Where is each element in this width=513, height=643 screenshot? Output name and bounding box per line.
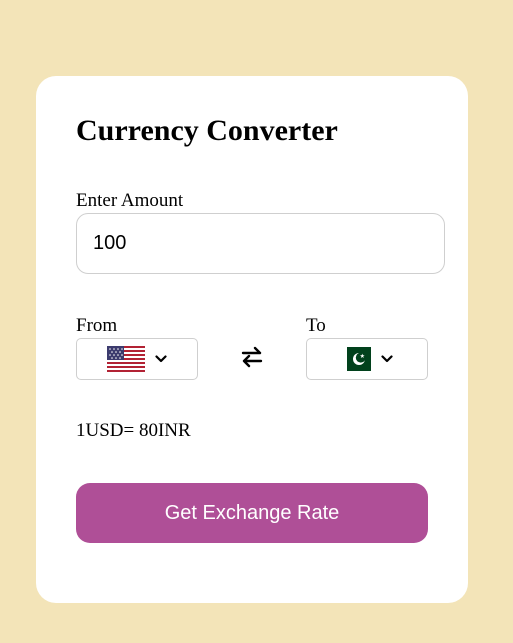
us-flag-icon bbox=[107, 346, 145, 372]
converter-card: Currency Converter Enter Amount From bbox=[36, 76, 468, 603]
chevron-down-icon bbox=[381, 350, 393, 368]
exchange-rate-text: 1USD= 80INR bbox=[76, 420, 191, 441]
amount-input[interactable] bbox=[76, 213, 445, 274]
amount-label: Enter Amount bbox=[76, 190, 184, 211]
chevron-down-icon bbox=[155, 350, 167, 368]
to-label: To bbox=[306, 315, 326, 336]
from-label: From bbox=[76, 315, 118, 336]
get-exchange-rate-button[interactable]: Get Exchange Rate bbox=[76, 483, 428, 543]
page-title: Currency Converter bbox=[76, 114, 338, 147]
pakistan-flag-icon bbox=[341, 347, 371, 371]
swap-arrows-icon[interactable] bbox=[239, 342, 265, 372]
from-currency-select[interactable] bbox=[76, 338, 198, 380]
to-currency-select[interactable] bbox=[306, 338, 428, 380]
